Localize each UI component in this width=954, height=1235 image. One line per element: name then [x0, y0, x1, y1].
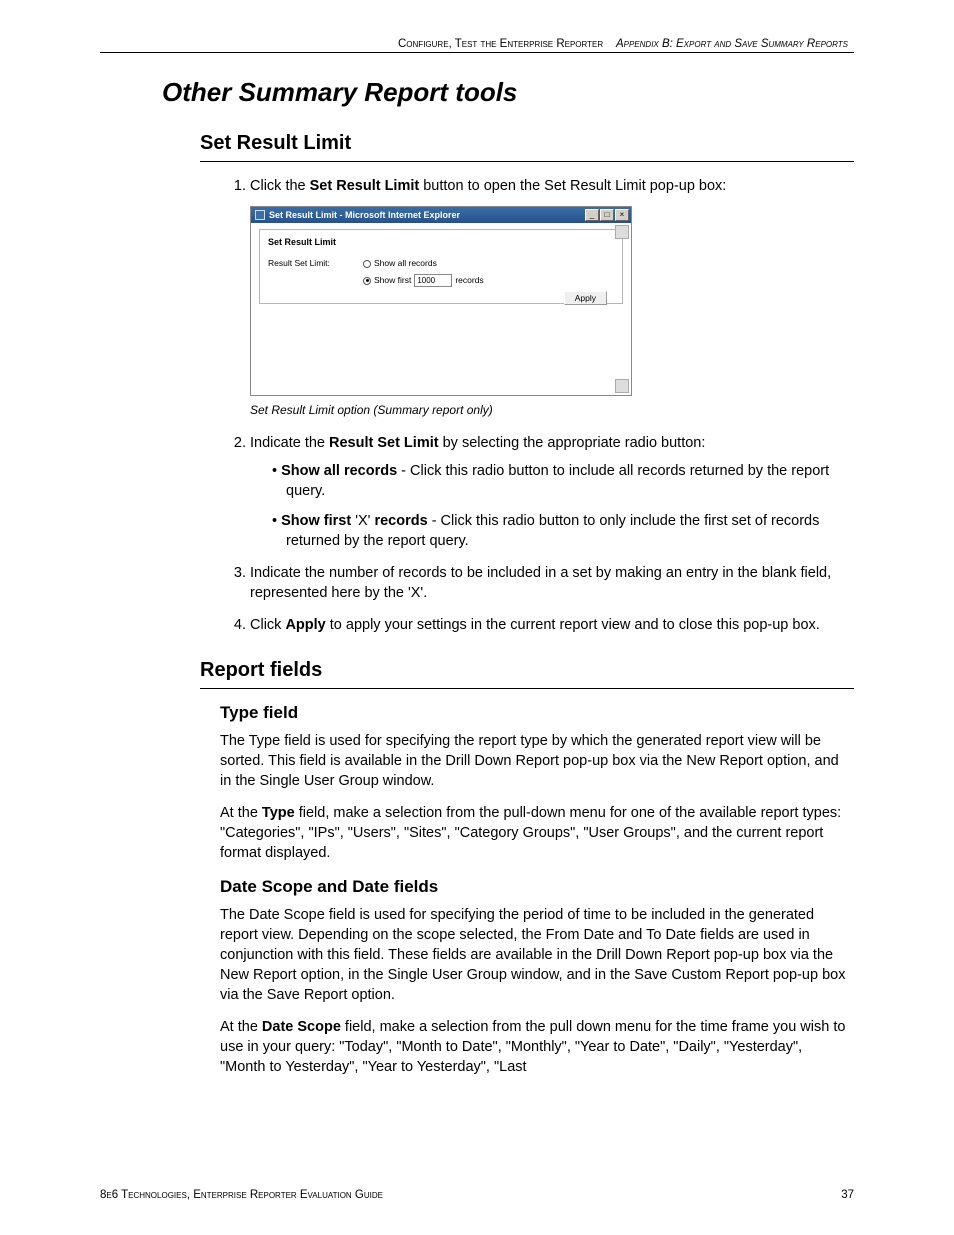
radio-icon[interactable]: [363, 260, 371, 268]
records-count-input[interactable]: 1000: [414, 274, 452, 287]
maximize-icon[interactable]: □: [600, 209, 614, 221]
footer-left: 8e6 Technologies, Enterprise Reporter Ev…: [100, 1189, 383, 1201]
figure-caption: Set Result Limit option (Summary report …: [250, 402, 846, 419]
page-footer: 8e6 Technologies, Enterprise Reporter Ev…: [100, 1189, 854, 1201]
running-header: Configure, Test the Enterprise Reporter …: [100, 38, 854, 50]
step-3: Indicate the number of records to be inc…: [250, 563, 854, 603]
scroll-up-icon[interactable]: [615, 225, 629, 239]
section-set-result-limit: Set Result Limit: [200, 132, 854, 155]
section-rule-2: [200, 688, 854, 689]
scroll-down-icon[interactable]: [615, 379, 629, 393]
header-left: Configure, Test the Enterprise Reporter: [398, 38, 603, 50]
header-rule: [100, 52, 854, 53]
minimize-icon[interactable]: _: [585, 209, 599, 221]
bullet-show-all: Show all records - Click this radio butt…: [272, 461, 846, 501]
steps-list: Click the Set Result Limit button to ope…: [250, 176, 854, 635]
section-report-fields: Report fields: [200, 659, 854, 682]
radio-icon[interactable]: [363, 277, 371, 285]
subhead-date-scope: Date Scope and Date fields: [220, 877, 854, 897]
step-1: Click the Set Result Limit button to ope…: [250, 176, 854, 419]
date-scope-options: At the Date Scope field, make a selectio…: [220, 1017, 846, 1077]
apply-button[interactable]: Apply: [564, 291, 607, 305]
page-number: 37: [841, 1189, 854, 1201]
result-set-limit-label: Result Set Limit:: [268, 258, 363, 270]
panel-title: Set Result Limit: [268, 236, 614, 248]
ie-title: Set Result Limit - Microsoft Internet Ex…: [269, 209, 585, 221]
option-show-all[interactable]: Show all records: [363, 258, 484, 270]
figure-ie-window: Set Result Limit - Microsoft Internet Ex…: [250, 206, 632, 396]
page-title: Other Summary Report tools: [162, 77, 854, 108]
header-right: Appendix B: Export and Save Summary Repo…: [616, 38, 848, 50]
step-4: Click Apply to apply your settings in th…: [250, 615, 854, 635]
type-field-desc: The Type field is used for specifying th…: [220, 731, 846, 791]
ie-app-icon: [255, 210, 265, 220]
ie-titlebar: Set Result Limit - Microsoft Internet Ex…: [251, 207, 631, 223]
close-icon[interactable]: ×: [615, 209, 629, 221]
date-scope-desc: The Date Scope field is used for specify…: [220, 905, 846, 1005]
type-field-options: At the Type field, make a selection from…: [220, 803, 846, 863]
step-2: Indicate the Result Set Limit by selecti…: [250, 433, 854, 551]
bullet-show-first: Show first 'X' records - Click this radi…: [272, 511, 846, 551]
subhead-type-field: Type field: [220, 703, 854, 723]
option-show-first[interactable]: Show first 1000 records: [363, 274, 484, 287]
section-rule: [200, 161, 854, 162]
